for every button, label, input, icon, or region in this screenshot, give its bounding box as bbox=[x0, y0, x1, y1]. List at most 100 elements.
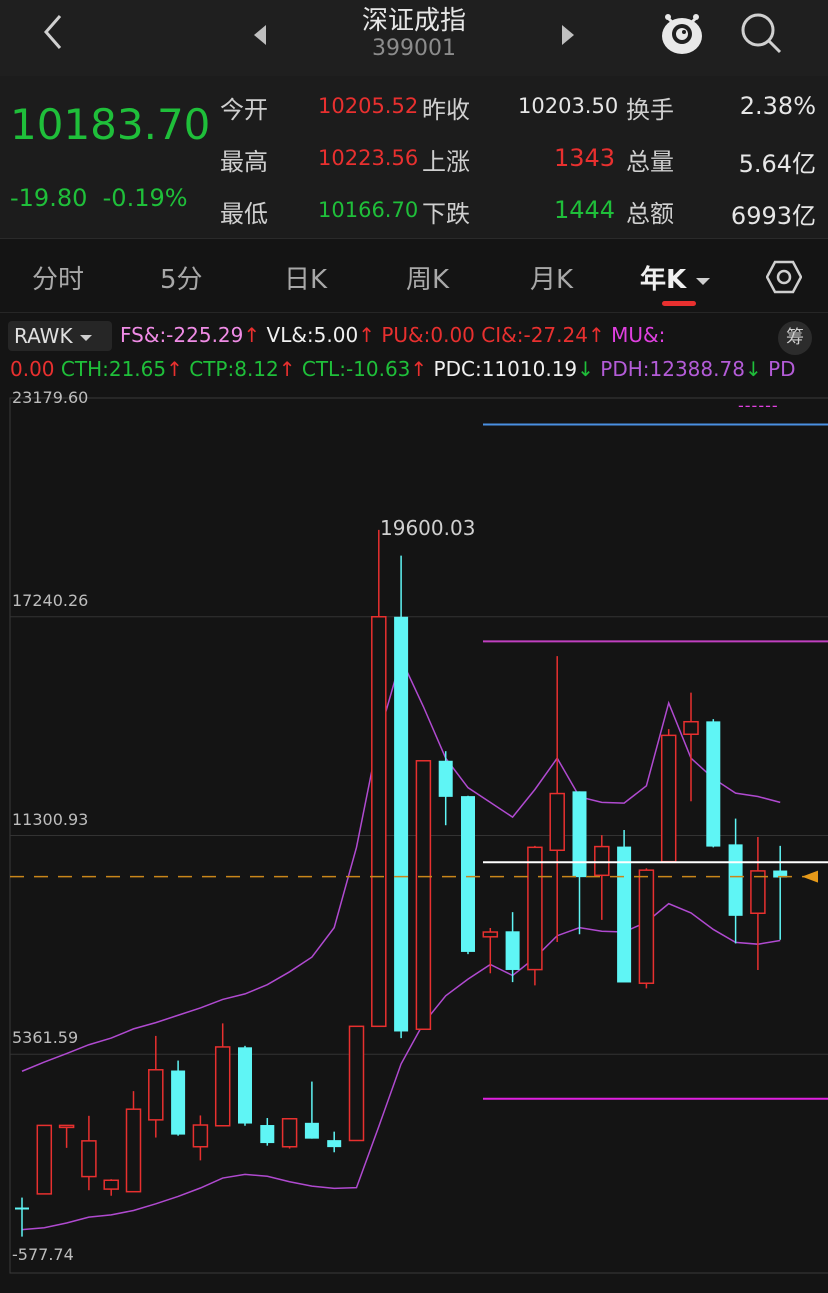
indicator-row-2: 0.00 CTH:21.65↑ CTP:8.12↑ CTL:-10.63↑ PD… bbox=[10, 357, 796, 381]
fs-value: FS&:-225.29 bbox=[120, 323, 244, 347]
search-icon[interactable] bbox=[738, 10, 784, 56]
y-axis-label: 17240.26 bbox=[12, 590, 89, 610]
tab-yearly-k-label: 年K bbox=[640, 265, 687, 295]
candle-body bbox=[549, 792, 565, 852]
candle-body bbox=[238, 1047, 252, 1124]
current-price: 10183.70 bbox=[10, 100, 211, 149]
candle-body bbox=[171, 1070, 186, 1135]
candle-body bbox=[594, 845, 610, 877]
mu-label: MU&: bbox=[611, 323, 666, 347]
top-bar: 深证成指 399001 bbox=[0, 0, 828, 76]
candle-body bbox=[304, 1122, 319, 1139]
candle-body bbox=[438, 760, 453, 797]
kline-chart[interactable]: 23179.60 17240.26 11300.93 5361.59 -577.… bbox=[0, 384, 828, 1289]
y-axis-label: 5361.59 bbox=[12, 1028, 79, 1048]
legend-dashes: ------ bbox=[738, 396, 779, 415]
high-value: 10223.56 bbox=[318, 146, 419, 170]
open-label: 今开 bbox=[220, 96, 268, 124]
candle-body bbox=[728, 844, 743, 916]
pdh-value: PDH:12388.78 bbox=[600, 357, 745, 381]
low-value: 10166.70 bbox=[318, 198, 419, 222]
y-axis-label: 23179.60 bbox=[12, 388, 89, 407]
up-arrow-icon: ↑ bbox=[243, 323, 261, 347]
current-price-marker-icon bbox=[802, 870, 818, 883]
down-count-value: 1444 bbox=[554, 196, 616, 224]
turnover-label: 换手 bbox=[626, 96, 674, 124]
price-change-value: -19.80 bbox=[10, 184, 88, 212]
indicator-panel: RAWK FS&:-225.29↑ VL&:5.00↑ PU&:0.00 CI&… bbox=[0, 312, 828, 385]
period-tabs: 分时 5分 日K 周K 月K 年K bbox=[0, 238, 828, 313]
down-arrow-icon: ↓ bbox=[744, 357, 762, 381]
candle-body bbox=[192, 1124, 209, 1148]
tab-weekly-k[interactable]: 周K bbox=[406, 259, 449, 296]
max-price-annotation: 19600.03 bbox=[380, 515, 476, 540]
quote-panel: 10183.70 -19.80 -0.19% 今开 10205.52 昨收 10… bbox=[0, 76, 828, 238]
candle-body bbox=[103, 1179, 119, 1190]
down-count-label: 下跌 bbox=[422, 200, 470, 228]
y-axis-label: 11300.93 bbox=[12, 809, 89, 829]
mascot-icon[interactable] bbox=[660, 8, 704, 56]
candle-body bbox=[15, 1207, 29, 1210]
candle-body bbox=[461, 796, 475, 952]
up-arrow-icon: ↑ bbox=[278, 357, 296, 381]
candle-body bbox=[327, 1140, 342, 1148]
indicator-selector-label: RAWK bbox=[14, 324, 73, 348]
down-arrow-icon: ↓ bbox=[577, 357, 594, 381]
ctp-value: CTP:8.12 bbox=[189, 357, 279, 381]
low-label: 最低 bbox=[220, 200, 268, 228]
turnover-value: 2.38% bbox=[739, 92, 816, 120]
up-count-value: 1343 bbox=[554, 144, 616, 172]
up-count-label: 上涨 bbox=[422, 148, 470, 176]
tab-daily-k[interactable]: 日K bbox=[284, 259, 327, 296]
dropdown-arrow-icon bbox=[79, 335, 92, 341]
prev-close-value: 10203.50 bbox=[518, 94, 619, 118]
ctl-value: CTL:-10.63 bbox=[301, 357, 411, 381]
candle-body bbox=[394, 616, 409, 1032]
amount-label: 总额 bbox=[626, 200, 674, 228]
candle-body bbox=[505, 931, 520, 970]
tab-yearly-k[interactable]: 年K bbox=[640, 259, 711, 296]
chart-settings-icon[interactable] bbox=[766, 259, 802, 295]
volume-label: 总量 bbox=[626, 148, 674, 176]
candle-body bbox=[281, 1118, 298, 1148]
tab-monthly-k[interactable]: 月K bbox=[530, 259, 573, 296]
candle-body bbox=[81, 1140, 97, 1178]
candle-body bbox=[348, 1025, 365, 1142]
candle-body bbox=[527, 846, 543, 971]
up-arrow-icon: ↑ bbox=[587, 323, 605, 347]
up-arrow-icon: ↑ bbox=[410, 357, 428, 381]
indicator-selector[interactable]: RAWK bbox=[8, 321, 112, 351]
candle-body bbox=[260, 1125, 275, 1144]
pu-value: PU&:0.00 bbox=[381, 323, 475, 347]
pdl-value: PD bbox=[768, 357, 796, 381]
candle-body bbox=[683, 720, 699, 735]
active-tab-indicator bbox=[662, 301, 696, 306]
mu-value: 0.00 bbox=[10, 357, 55, 381]
candle-body bbox=[415, 760, 432, 1031]
price-change-percent: -0.19% bbox=[102, 184, 188, 212]
candle-body bbox=[371, 616, 387, 1028]
candle-body bbox=[660, 734, 677, 863]
amount-value: 6993亿 bbox=[730, 202, 816, 230]
candle-body bbox=[214, 1046, 231, 1127]
volume-value: 5.64亿 bbox=[738, 150, 816, 178]
candle-body bbox=[638, 869, 655, 984]
next-stock-icon[interactable] bbox=[558, 22, 578, 48]
candle-body bbox=[148, 1069, 164, 1121]
price-change: -19.80 -0.19% bbox=[10, 184, 188, 212]
dropdown-arrow-icon bbox=[696, 277, 711, 285]
up-arrow-icon: ↑ bbox=[358, 323, 375, 347]
ci-value: CI&:-27.24 bbox=[481, 323, 588, 347]
indicator-row-1: FS&:-225.29↑ VL&:5.00↑ PU&:0.00 CI&:-27.… bbox=[120, 323, 665, 347]
pdc-value: PDC:11010.19 bbox=[433, 357, 578, 381]
chip-distribution-button[interactable]: 筹 bbox=[778, 321, 812, 355]
candle-body bbox=[58, 1124, 75, 1129]
prev-close-label: 昨收 bbox=[422, 96, 470, 124]
tab-intraday[interactable]: 分时 bbox=[32, 259, 84, 296]
candle-body bbox=[482, 931, 499, 938]
tab-5min[interactable]: 5分 bbox=[160, 259, 203, 296]
high-label: 最高 bbox=[220, 148, 268, 176]
vl-value: VL&:5.00 bbox=[266, 323, 359, 347]
candle-body bbox=[617, 846, 632, 983]
candle-body bbox=[125, 1108, 142, 1193]
